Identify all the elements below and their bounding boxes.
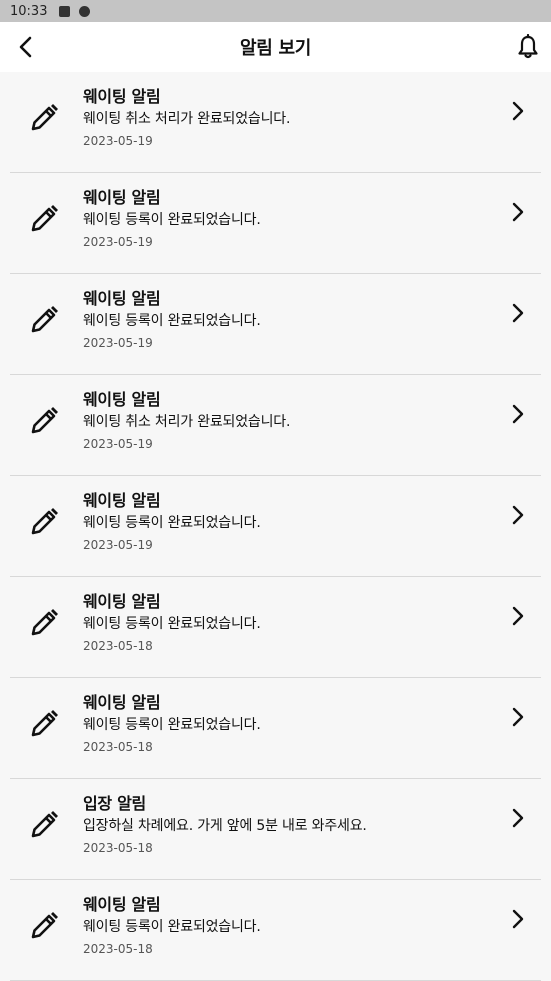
notification-list: 웨이팅 알림 웨이팅 취소 처리가 완료되었습니다. 2023-05-19 웨이… (0, 72, 551, 981)
notification-title: 입장 알림 (83, 794, 146, 813)
notification-texts: 웨이팅 알림 웨이팅 등록이 완료되었습니다. 2023-05-19 (83, 289, 481, 351)
page-title: 알림 보기 (239, 38, 311, 59)
notification-message: 웨이팅 등록이 완료되었습니다. (83, 313, 261, 329)
notification-a-icon (59, 5, 71, 17)
chevron-right-icon[interactable] (509, 908, 527, 930)
notification-item[interactable]: 웨이팅 알림 웨이팅 등록이 완료되었습니다. 2023-05-18 (10, 577, 541, 678)
notification-message: 웨이팅 등록이 완료되었습니다. (83, 212, 261, 228)
notification-item[interactable]: 웨이팅 알림 웨이팅 취소 처리가 완료되었습니다. 2023-05-19 (10, 375, 541, 476)
notification-item[interactable]: 입장 알림 입장하실 차례에요. 가게 앞에 5분 내로 와주세요. 2023-… (10, 779, 541, 880)
notification-date: 2023-05-18 (83, 942, 153, 956)
notification-item[interactable]: 웨이팅 알림 웨이팅 취소 처리가 완료되었습니다. 2023-05-19 (10, 72, 541, 173)
notification-title: 웨이팅 알림 (83, 188, 161, 207)
notification-message: 웨이팅 취소 처리가 완료되었습니다. (83, 414, 291, 430)
notification-date: 2023-05-19 (83, 437, 153, 451)
notification-message: 웨이팅 등록이 완료되었습니다. (83, 616, 261, 632)
notification-title: 웨이팅 알림 (83, 289, 161, 308)
notification-date: 2023-05-18 (83, 639, 153, 653)
pencil-icon (31, 407, 58, 434)
notification-date: 2023-05-19 (83, 336, 153, 350)
pencil-icon (31, 205, 58, 232)
notification-item[interactable]: 웨이팅 알림 웨이팅 등록이 완료되었습니다. 2023-05-19 (10, 476, 541, 577)
shield-icon (79, 5, 91, 17)
status-bar: 10:33 (0, 0, 551, 22)
pencil-icon (31, 609, 58, 636)
back-arrow-icon[interactable] (14, 34, 40, 60)
chevron-right-icon[interactable] (509, 302, 527, 324)
notification-date: 2023-05-19 (83, 235, 153, 249)
notification-message: 웨이팅 등록이 완료되었습니다. (83, 919, 261, 935)
notification-texts: 웨이팅 알림 웨이팅 취소 처리가 완료되었습니다. 2023-05-19 (83, 390, 481, 452)
notification-title: 웨이팅 알림 (83, 592, 161, 611)
notification-item[interactable]: 웨이팅 알림 웨이팅 등록이 완료되었습니다. 2023-05-18 (10, 678, 541, 779)
app-bar: 알림 보기 (0, 22, 551, 72)
notification-item[interactable]: 웨이팅 알림 웨이팅 등록이 완료되었습니다. 2023-05-19 (10, 274, 541, 375)
notification-message: 웨이팅 등록이 완료되었습니다. (83, 515, 261, 531)
notification-texts: 입장 알림 입장하실 차례에요. 가게 앞에 5분 내로 와주세요. 2023-… (83, 794, 481, 856)
notification-message: 웨이팅 등록이 완료되었습니다. (83, 717, 261, 733)
notification-message: 입장하실 차례에요. 가게 앞에 5분 내로 와주세요. (83, 818, 367, 834)
notification-title: 웨이팅 알림 (83, 390, 161, 409)
notification-item[interactable]: 웨이팅 알림 웨이팅 등록이 완료되었습니다. 2023-05-18 (10, 880, 541, 981)
pencil-icon (31, 104, 58, 131)
notification-title: 웨이팅 알림 (83, 693, 161, 712)
chevron-right-icon[interactable] (509, 605, 527, 627)
notification-date: 2023-05-18 (83, 740, 153, 754)
pencil-icon (31, 912, 58, 939)
pencil-icon (31, 811, 58, 838)
notification-texts: 웨이팅 알림 웨이팅 등록이 완료되었습니다. 2023-05-18 (83, 693, 481, 755)
notification-date: 2023-05-18 (83, 841, 153, 855)
chevron-right-icon[interactable] (509, 100, 527, 122)
notification-texts: 웨이팅 알림 웨이팅 등록이 완료되었습니다. 2023-05-18 (83, 592, 481, 654)
chevron-right-icon[interactable] (509, 201, 527, 223)
status-time: 10:33 (10, 3, 48, 19)
chevron-right-icon[interactable] (509, 403, 527, 425)
notification-texts: 웨이팅 알림 웨이팅 등록이 완료되었습니다. 2023-05-19 (83, 491, 481, 553)
pencil-icon (31, 710, 58, 737)
notification-texts: 웨이팅 알림 웨이팅 등록이 완료되었습니다. 2023-05-19 (83, 188, 481, 250)
chevron-right-icon[interactable] (509, 706, 527, 728)
notification-date: 2023-05-19 (83, 538, 153, 552)
chevron-right-icon[interactable] (509, 504, 527, 526)
notification-texts: 웨이팅 알림 웨이팅 취소 처리가 완료되었습니다. 2023-05-19 (83, 87, 481, 149)
notification-title: 웨이팅 알림 (83, 491, 161, 510)
bell-icon[interactable] (515, 34, 541, 60)
notification-message: 웨이팅 취소 처리가 완료되었습니다. (83, 111, 291, 127)
notification-title: 웨이팅 알림 (83, 87, 161, 106)
chevron-right-icon[interactable] (509, 807, 527, 829)
notification-date: 2023-05-19 (83, 134, 153, 148)
notification-texts: 웨이팅 알림 웨이팅 등록이 완료되었습니다. 2023-05-18 (83, 895, 481, 957)
pencil-icon (31, 306, 58, 333)
pencil-icon (31, 508, 58, 535)
notification-title: 웨이팅 알림 (83, 895, 161, 914)
notification-item[interactable]: 웨이팅 알림 웨이팅 등록이 완료되었습니다. 2023-05-19 (10, 173, 541, 274)
